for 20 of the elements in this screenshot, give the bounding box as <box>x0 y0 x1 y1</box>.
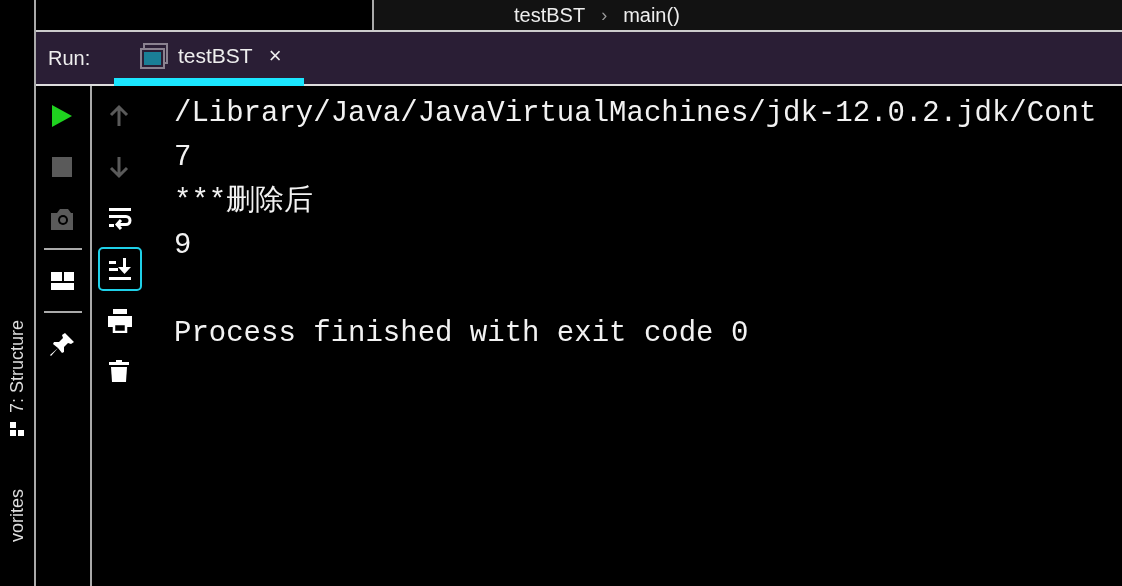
window-icon <box>140 43 168 69</box>
console-line: /Library/Java/JavaVirtualMachines/jdk-12.0.2.jdk/Cont <box>174 96 1097 132</box>
exit-message: Process finished with exit code 0 <box>174 316 749 352</box>
breadcrumb-item[interactable]: testBST <box>514 3 586 27</box>
favorites-tab[interactable]: vorites <box>8 489 26 543</box>
console-line: 7 <box>174 140 192 176</box>
structure-icon <box>9 421 25 438</box>
chevron-icon: › <box>601 4 608 26</box>
console-line: 9 <box>174 228 192 264</box>
soft-wrap-icon <box>107 205 133 231</box>
breadcrumb-item[interactable]: main() <box>623 3 680 27</box>
pin-icon <box>50 331 76 357</box>
run-label: Run: <box>48 46 92 70</box>
run-tab[interactable]: testBST × <box>114 32 304 86</box>
scroll-to-end-button[interactable] <box>98 247 142 291</box>
structure-tab[interactable]: 7: Structure <box>8 320 26 414</box>
print-icon <box>107 307 133 333</box>
scroll-to-end-icon <box>107 256 133 282</box>
close-icon[interactable]: × <box>268 43 282 69</box>
console-line: ***删除后 <box>174 184 314 220</box>
